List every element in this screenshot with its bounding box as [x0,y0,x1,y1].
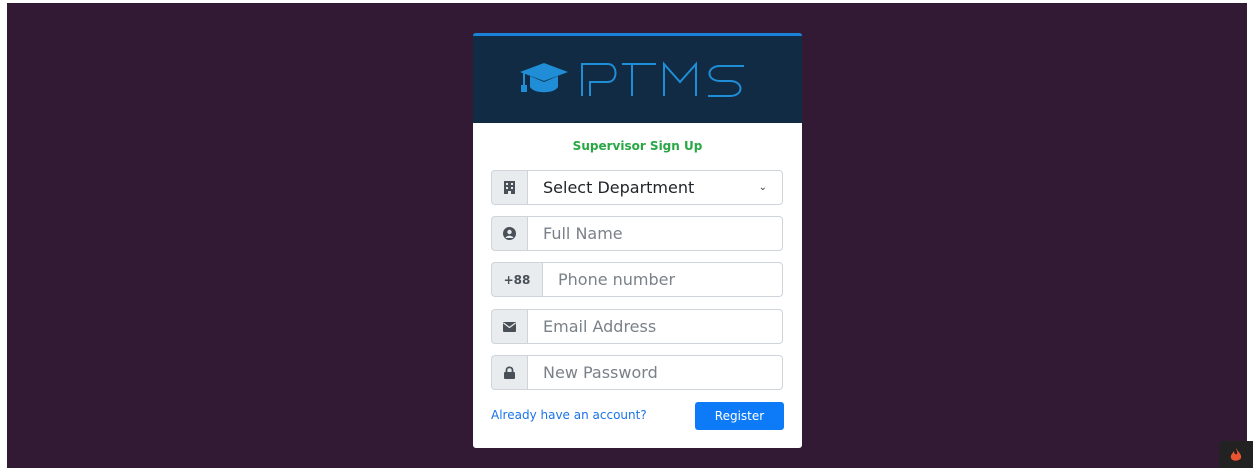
user-circle-icon [491,216,527,251]
login-link[interactable]: Already have an account? [491,408,647,422]
email-group [491,309,783,344]
register-button[interactable]: Register [695,402,784,430]
chevron-down-icon: ⌄ [758,182,767,193]
lock-icon [491,355,527,390]
full-name-input[interactable] [527,216,783,251]
phone-input[interactable] [542,262,783,297]
password-input[interactable] [527,355,783,390]
password-group [491,355,783,390]
email-input[interactable] [527,309,783,344]
form-title: Supervisor Sign Up [572,139,703,153]
full-name-group [491,216,783,251]
department-select[interactable]: Select Department ⌄ [527,170,783,205]
department-group: Select Department ⌄ [491,170,783,205]
phone-group: +88 [491,262,783,297]
graduation-cap-icon [520,63,568,93]
building-icon [491,170,527,205]
envelope-icon [491,309,527,344]
flame-icon[interactable] [1219,441,1253,468]
phone-prefix: +88 [491,262,542,297]
brand-header [473,33,802,123]
signup-card: Supervisor Sign Up Select Department ⌄ F… [473,33,802,448]
ptms-logo [520,61,744,97]
page-background: Supervisor Sign Up Select Department ⌄ F… [7,3,1247,468]
department-selected-value: Select Department [543,178,695,197]
